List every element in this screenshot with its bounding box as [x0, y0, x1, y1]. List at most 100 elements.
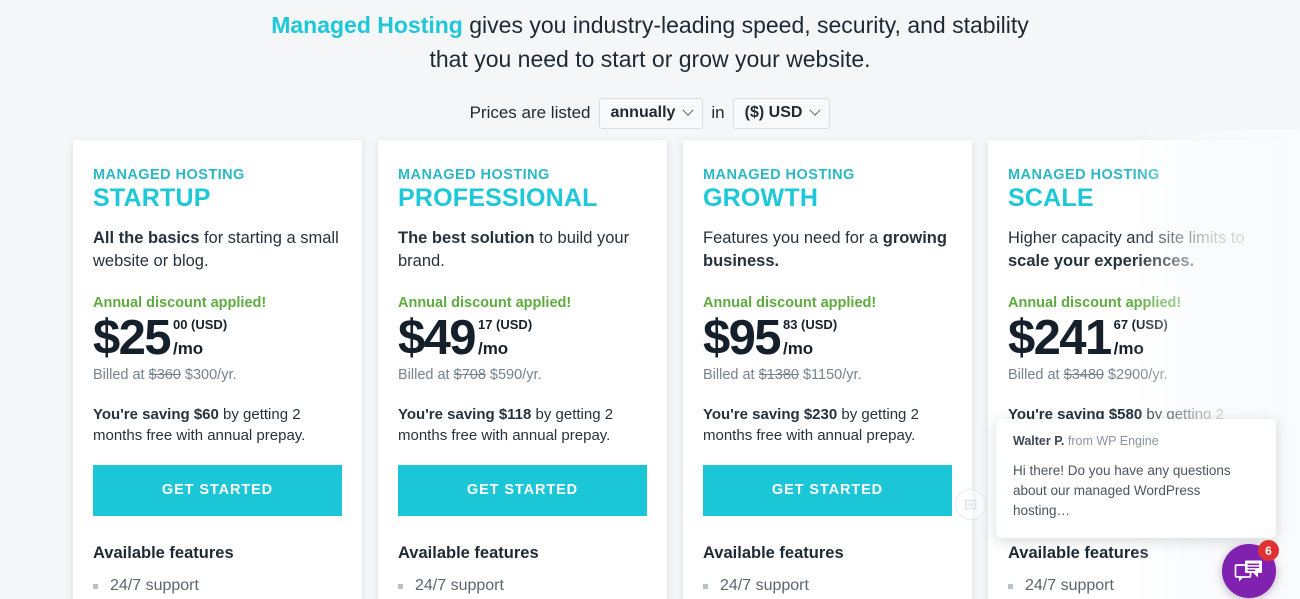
- chat-agent-name: Walter P.: [1013, 434, 1065, 448]
- currency-value: ($) USD: [744, 104, 803, 121]
- price-amount: $95: [703, 310, 782, 365]
- price-period: /mo: [782, 339, 814, 359]
- get-started-button[interactable]: GET STARTED: [398, 465, 647, 517]
- price-amount: $25: [93, 310, 172, 365]
- billed-prefix: Billed at: [1008, 366, 1064, 383]
- chat-agent-line: Walter P. from WP Engine: [1013, 433, 1259, 449]
- price-options-row: Prices are listed annually in ($) USD: [0, 98, 1300, 129]
- price-side: 67 (USD) /mo: [1111, 314, 1168, 360]
- card-discount-note: Annual discount applied!: [703, 295, 877, 312]
- billing-period-value: annually: [610, 104, 676, 121]
- carousel-scroll-hint-icon[interactable]: [955, 489, 986, 520]
- card-tagline: The best solution to build your brand.: [398, 227, 647, 273]
- card-billed-line: Billed at $708 $590/yr.: [398, 366, 647, 385]
- tagline-emphasis: The best solution: [398, 229, 535, 248]
- tagline-emphasis: scale your experiences.: [1008, 252, 1195, 271]
- billed-old-price: $708: [453, 366, 486, 383]
- saving-amount: You're saving $230: [703, 406, 838, 424]
- price-period: /mo: [477, 339, 509, 359]
- features-title: Available features: [703, 544, 844, 563]
- price-period: /mo: [1113, 339, 1144, 359]
- billed-prefix: Billed at: [398, 366, 454, 383]
- card-saving-line: You're saving $60 by getting 2 months fr…: [93, 404, 342, 446]
- billed-new-price: $1150/yr.: [798, 366, 862, 383]
- billed-new-price: $2900/yr.: [1103, 366, 1168, 383]
- card-discount-note: Annual discount applied!: [398, 295, 572, 312]
- card-price: $25 00 (USD) /mo: [93, 310, 342, 365]
- card-billed-line: Billed at $3480 $2900/yr.: [1008, 366, 1257, 385]
- card-price: $49 17 (USD) /mo: [398, 310, 647, 365]
- currency-select[interactable]: ($) USD: [732, 98, 831, 129]
- card-tagline: Features you need for a growing business…: [703, 227, 952, 273]
- card-price: $241 67 (USD) /mo: [1008, 310, 1257, 365]
- features-title: Available features: [1008, 544, 1149, 563]
- page-headline: Managed Hosting gives you industry-leadi…: [270, 0, 1030, 76]
- get-started-button[interactable]: GET STARTED: [703, 465, 952, 517]
- billed-old-price: $3480: [1063, 366, 1104, 383]
- card-billed-line: Billed at $360 $300/yr.: [93, 366, 342, 385]
- billed-prefix: Billed at: [703, 366, 759, 383]
- price-amount: $241: [1008, 310, 1112, 365]
- price-cents: 00 (USD): [172, 316, 228, 332]
- pricing-page: Managed Hosting gives you industry-leadi…: [0, 0, 1300, 599]
- headline-rest: gives you industry-leading speed, securi…: [429, 12, 1029, 72]
- features-list: 24/7 support10 premium themesFree automa…: [398, 572, 647, 599]
- billed-new-price: $590/yr.: [485, 366, 542, 383]
- saving-amount: You're saving $118: [398, 406, 532, 424]
- in-label: in: [711, 103, 725, 123]
- card-tagline: All the basics for starting a small webs…: [93, 227, 342, 273]
- card-plan-name: PROFESSIONAL: [398, 184, 598, 213]
- card-eyebrow: MANAGED HOSTING: [1008, 167, 1160, 183]
- pricing-card: MANAGED HOSTING STARTUP All the basics for…: [73, 140, 362, 599]
- chat-preview-popup[interactable]: Walter P. from WP Engine Hi there! Do yo…: [996, 419, 1276, 539]
- pricing-card: MANAGED HOSTING GROWTH Features you need f…: [683, 140, 972, 599]
- card-discount-note: Annual discount applied!: [93, 295, 267, 312]
- chat-message-preview: Hi there! Do you have any questions abou…: [1013, 463, 1231, 519]
- card-eyebrow: MANAGED HOSTING: [398, 167, 550, 183]
- card-plan-name: GROWTH: [703, 184, 819, 213]
- price-period: /mo: [172, 339, 204, 359]
- billed-old-price: $1380: [758, 366, 799, 383]
- price-side: 83 (USD) /mo: [780, 314, 837, 360]
- prices-listed-label: Prices are listed: [469, 103, 591, 123]
- pricing-card: MANAGED HOSTING PROFESSIONAL The best solu…: [378, 140, 667, 599]
- tagline-emphasis: All the basics: [93, 229, 200, 248]
- card-tagline: Higher capacity and site limits to scale…: [1008, 227, 1257, 273]
- features-list: 24/7 support10 premium themesFree automa…: [1008, 572, 1257, 599]
- card-price: $95 83 (USD) /mo: [703, 310, 952, 365]
- price-side: 17 (USD) /mo: [475, 314, 532, 360]
- feature-item: 24/7 support: [93, 572, 342, 599]
- card-discount-note: Annual discount applied!: [1008, 295, 1182, 312]
- card-saving-line: You're saving $230 by getting 2 months f…: [703, 404, 952, 446]
- chevron-down-icon: [809, 104, 822, 116]
- tagline-text: Higher capacity and site limits to: [1008, 229, 1245, 248]
- headline-accent: Managed Hosting: [271, 12, 463, 38]
- card-saving-line: You're saving $118 by getting 2 months f…: [398, 404, 647, 446]
- saving-amount: You're saving $60: [93, 406, 219, 424]
- billing-period-select[interactable]: annually: [598, 98, 704, 129]
- features-list: 24/7 support10 premium themesFree automa…: [703, 572, 952, 599]
- card-plan-name: SCALE: [1008, 184, 1094, 213]
- feature-item: 24/7 support: [703, 572, 952, 599]
- billed-old-price: $360: [148, 366, 181, 383]
- price-side: 00 (USD) /mo: [170, 314, 227, 360]
- chat-agent-org: from WP Engine: [1064, 434, 1159, 448]
- price-cents: 67 (USD): [1113, 316, 1168, 332]
- card-eyebrow: MANAGED HOSTING: [93, 167, 245, 183]
- features-title: Available features: [93, 544, 234, 563]
- tagline-text: Features you need for a: [703, 229, 883, 248]
- price-amount: $49: [398, 310, 477, 365]
- chevron-down-icon: [682, 104, 695, 116]
- card-eyebrow: MANAGED HOSTING: [703, 167, 855, 183]
- card-plan-name: STARTUP: [93, 184, 211, 213]
- card-billed-line: Billed at $1380 $1150/yr.: [703, 366, 952, 385]
- feature-item: 24/7 support: [1008, 572, 1257, 599]
- chat-unread-badge: 6: [1258, 540, 1279, 561]
- price-cents: 17 (USD): [477, 316, 533, 332]
- feature-item: 24/7 support: [398, 572, 647, 599]
- features-title: Available features: [398, 544, 539, 563]
- get-started-button[interactable]: GET STARTED: [93, 465, 342, 517]
- billed-new-price: $300/yr.: [180, 366, 237, 383]
- features-list: 24/7 support10 premium themesFree automa…: [93, 572, 342, 599]
- billed-prefix: Billed at: [93, 366, 149, 383]
